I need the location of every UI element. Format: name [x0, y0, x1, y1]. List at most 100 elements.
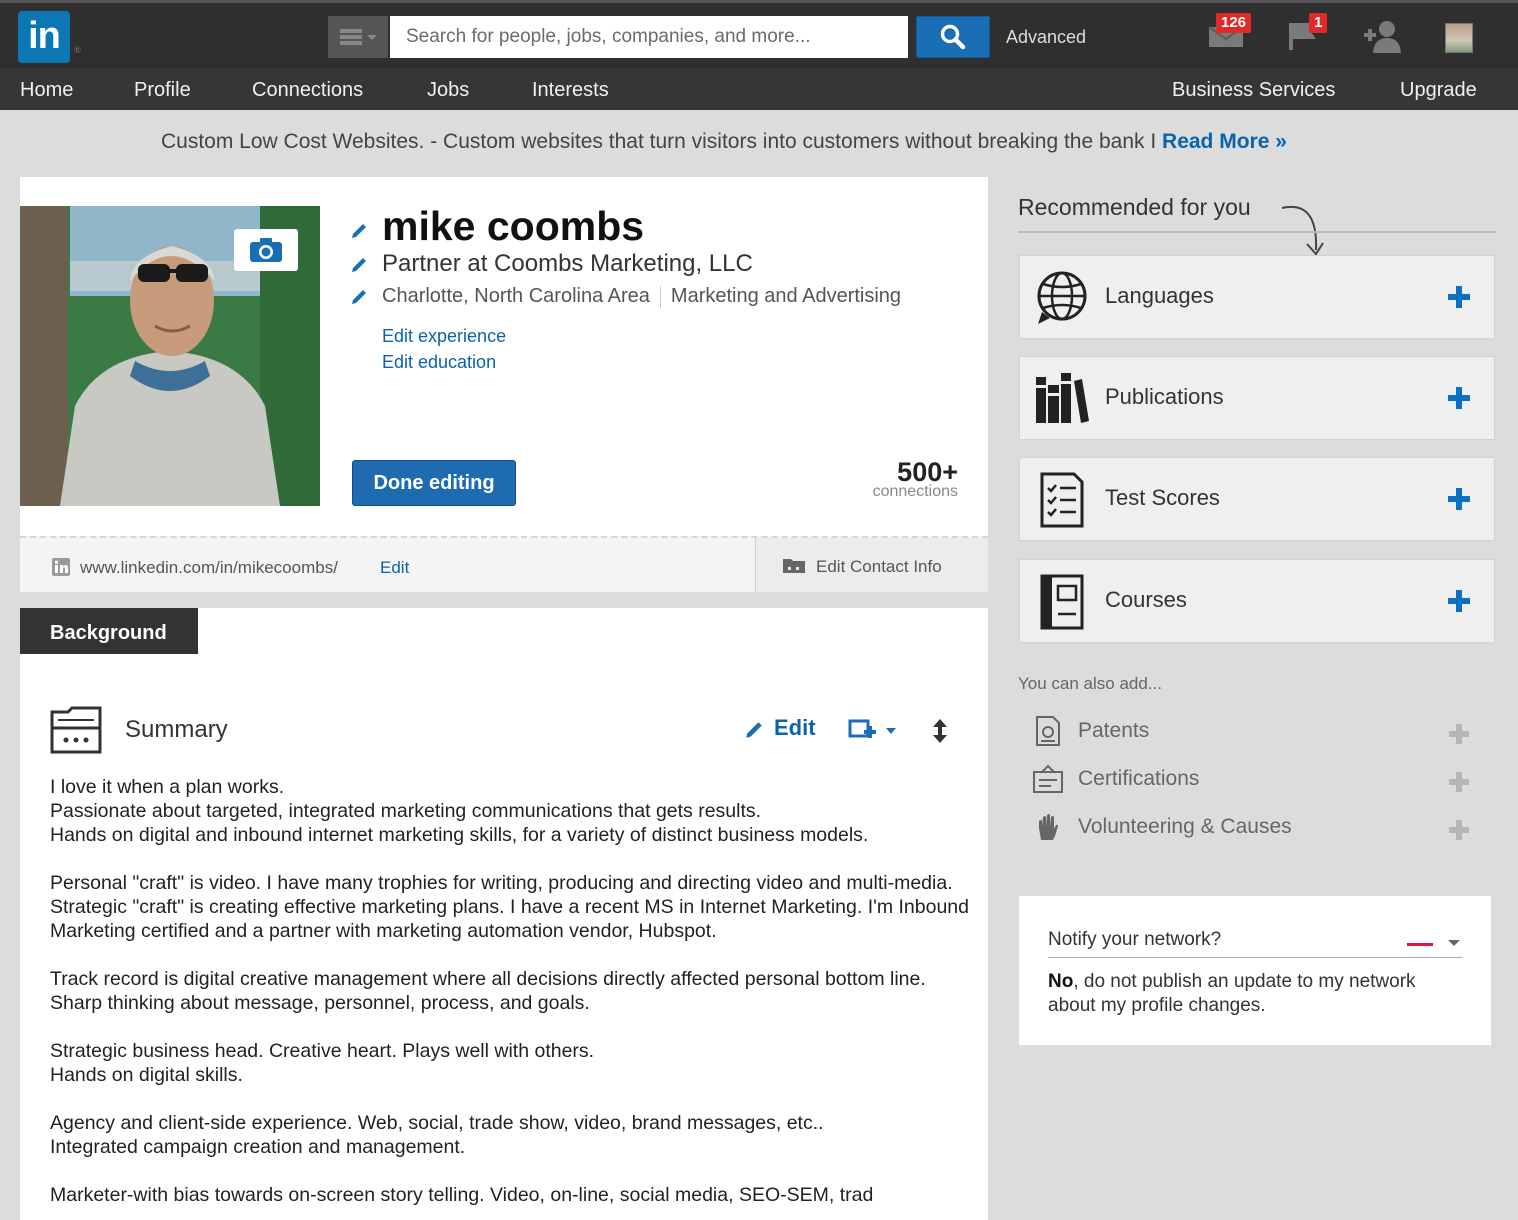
add-plus-icon[interactable] [1448, 286, 1470, 308]
public-profile-url: www.linkedin.com/in/mikecoombs/ [80, 558, 338, 577]
add-media-button[interactable] [848, 718, 898, 744]
nav-business-services[interactable]: Business Services [1172, 79, 1335, 102]
linkedin-small-icon [52, 558, 70, 576]
chevron-down-icon[interactable] [1448, 940, 1460, 946]
notify-toggle[interactable] [1407, 943, 1433, 946]
connections-label: connections [872, 483, 958, 500]
patents-label: Patents [1078, 719, 1150, 742]
camera-icon [250, 238, 282, 262]
profile-photo[interactable] [20, 206, 320, 506]
change-photo-button[interactable] [234, 229, 298, 271]
globe-icon [1037, 271, 1087, 324]
edit-contact-label: Edit Contact Info [816, 557, 942, 576]
edit-headline-pencil-icon[interactable] [350, 256, 368, 274]
ad-text: Custom Low Cost Websites. - Custom websi… [161, 130, 1163, 153]
chevron-down-icon [366, 34, 377, 40]
account-avatar[interactable] [1445, 23, 1473, 53]
add-connection-icon[interactable] [1364, 19, 1402, 53]
summary-edit-link[interactable]: Edit [774, 715, 816, 741]
edit-experience-link[interactable]: Edit experience [382, 326, 506, 347]
main-nav: Home Profile Connections Jobs Interests … [0, 68, 1518, 110]
add-plus-icon[interactable] [1448, 488, 1470, 510]
add-publications-card[interactable]: Publications [1019, 356, 1495, 440]
summary-paragraph: Track record is digital creative managem… [50, 968, 926, 1014]
reorder-arrows-icon[interactable] [932, 718, 948, 744]
location-industry-line: Charlotte, North Carolina Area Marketing … [382, 285, 901, 308]
profile-industry: Marketing and Advertising [670, 285, 902, 307]
top-bar: in ® Advanced 126 1 [0, 0, 1518, 68]
add-courses-card[interactable]: Courses [1019, 559, 1495, 643]
notify-divider [1048, 957, 1462, 958]
add-plus-icon[interactable] [1449, 772, 1469, 792]
summary-paragraph: Strategic business head. Creative heart.… [50, 1040, 595, 1086]
notifications-badge: 1 [1309, 13, 1328, 33]
done-editing-button[interactable]: Done editing [352, 460, 516, 506]
books-icon [1036, 373, 1089, 423]
certificate-icon [1033, 764, 1063, 793]
edit-location-pencil-icon[interactable] [350, 288, 368, 306]
edit-education-link[interactable]: Edit education [382, 352, 496, 373]
nav-interests[interactable]: Interests [532, 79, 609, 102]
profile-footer: www.linkedin.com/in/mikecoombs/ Edit Edi… [20, 536, 988, 592]
notify-answer: No [1048, 971, 1074, 992]
volunteering-label: Volunteering & Causes [1078, 815, 1292, 838]
nav-jobs[interactable]: Jobs [427, 79, 469, 102]
add-certifications-item[interactable]: Certifications [1033, 764, 1473, 798]
languages-label: Languages [1105, 283, 1214, 308]
linkedin-logo[interactable]: in [18, 11, 70, 63]
add-test-scores-card[interactable]: Test Scores [1019, 457, 1495, 541]
logo-trademark: ® [74, 45, 81, 55]
messages-badge: 126 [1216, 13, 1252, 33]
add-plus-icon[interactable] [1448, 590, 1470, 612]
checklist-icon [1040, 472, 1084, 528]
add-plus-icon[interactable] [1449, 724, 1469, 744]
publications-label: Publications [1105, 384, 1224, 409]
profile-headline: Partner at Coombs Marketing, LLC [382, 250, 753, 277]
notify-description: No, do not publish an update to my netwo… [1048, 970, 1468, 1018]
add-patents-item[interactable]: Patents [1033, 716, 1473, 750]
add-plus-icon[interactable] [1449, 820, 1469, 840]
add-media-icon [848, 719, 876, 738]
summary-folder-icon [50, 706, 102, 754]
certifications-label: Certifications [1078, 767, 1200, 790]
background-section: Background Summary Edit I love it when a… [20, 608, 988, 1220]
search-icon [940, 24, 966, 50]
courses-label: Courses [1105, 587, 1187, 612]
summary-paragraph: Agency and client-side experience. Web, … [50, 1112, 824, 1158]
nav-profile[interactable]: Profile [134, 79, 191, 102]
hand-icon [1039, 814, 1058, 840]
nav-upgrade[interactable]: Upgrade [1400, 79, 1477, 102]
test-scores-label: Test Scores [1105, 485, 1220, 510]
search-category-dropdown[interactable] [328, 16, 388, 58]
edit-name-pencil-icon[interactable] [350, 222, 368, 240]
text-ad: Custom Low Cost Websites. - Custom websi… [161, 130, 1287, 154]
add-plus-icon[interactable] [1448, 387, 1470, 409]
add-languages-card[interactable]: Languages [1019, 255, 1495, 339]
edit-contact-info-button[interactable]: Edit Contact Info [755, 538, 988, 592]
divider [659, 285, 661, 308]
edit-summary-pencil-icon[interactable] [744, 720, 764, 740]
profile-location: Charlotte, North Carolina Area [382, 285, 650, 307]
recommended-divider [1018, 231, 1496, 233]
profile-name: mike coombs [382, 203, 645, 249]
summary-text: I love it when a plan works. Passionate … [50, 775, 970, 1220]
ad-read-more-link[interactable]: Read More » [1162, 130, 1287, 153]
notify-network-box: Notify your network? No, do not publish … [1018, 895, 1492, 1046]
summary-paragraph: Personal "craft" is video. I have many t… [50, 872, 969, 942]
search-button[interactable] [916, 16, 990, 58]
advanced-search-link[interactable]: Advanced [1006, 27, 1086, 48]
also-add-label: You can also add... [1018, 674, 1162, 693]
nav-home[interactable]: Home [20, 79, 73, 102]
contact-card-icon [783, 559, 805, 573]
menu-icon [339, 29, 362, 45]
notify-network-label: Notify your network? [1048, 929, 1222, 950]
nav-connections[interactable]: Connections [252, 79, 363, 102]
search-input[interactable] [390, 16, 908, 58]
profile-card: mike coombs Partner at Coombs Marketing,… [20, 177, 988, 592]
edit-url-link[interactable]: Edit [380, 558, 409, 578]
chevron-down-icon [886, 728, 896, 734]
recommended-title: Recommended for you [1018, 194, 1251, 220]
summary-title: Summary [125, 716, 228, 743]
add-volunteering-item[interactable]: Volunteering & Causes [1033, 812, 1473, 846]
summary-paragraph: I love it when a plan works. Passionate … [50, 776, 869, 846]
